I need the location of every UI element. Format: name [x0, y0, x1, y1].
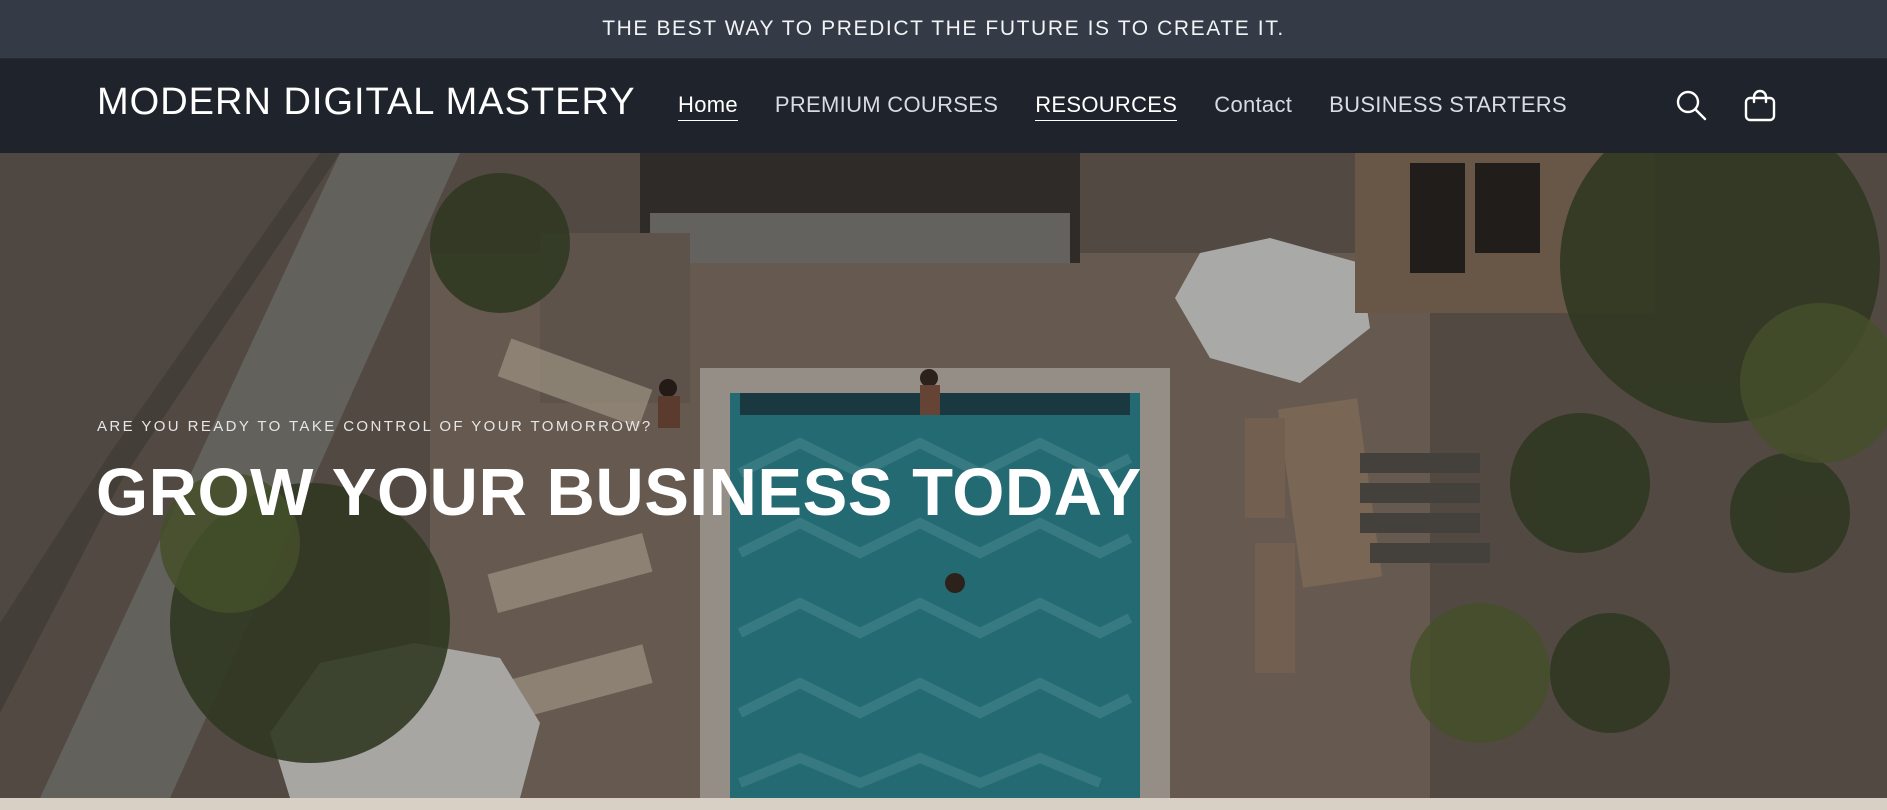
hero-subheading: ARE YOU READY TO TAKE CONTROL OF YOUR TO…	[97, 418, 653, 435]
search-icon	[1676, 90, 1707, 121]
site-logo[interactable]: MODERN DIGITAL MASTERY	[97, 81, 636, 124]
nav-business-starters[interactable]: BUSINESS STARTERS	[1329, 92, 1567, 120]
cart-icon	[1744, 89, 1776, 122]
next-section-edge	[0, 798, 1887, 810]
nav-home[interactable]: Home	[678, 92, 738, 121]
nav-resources[interactable]: RESOURCES	[1035, 92, 1178, 121]
nav-premium-courses[interactable]: PREMIUM COURSES	[775, 92, 998, 120]
cart-button[interactable]	[1742, 87, 1778, 123]
announcement-bar: THE BEST WAY TO PREDICT THE FUTURE IS TO…	[0, 0, 1887, 59]
nav-contact[interactable]: Contact	[1214, 92, 1292, 120]
site-header: MODERN DIGITAL MASTERY Home PREMIUM COUR…	[0, 59, 1887, 153]
announcement-text: THE BEST WAY TO PREDICT THE FUTURE IS TO…	[602, 17, 1285, 40]
hero-banner: ARE YOU READY TO TAKE CONTROL OF YOUR TO…	[0, 153, 1887, 798]
main-nav: Home PREMIUM COURSES RESOURCES Contact B…	[678, 59, 1604, 153]
hero-heading: GROW YOUR BUSINESS TODAY	[96, 455, 1142, 530]
search-button[interactable]	[1673, 87, 1709, 123]
